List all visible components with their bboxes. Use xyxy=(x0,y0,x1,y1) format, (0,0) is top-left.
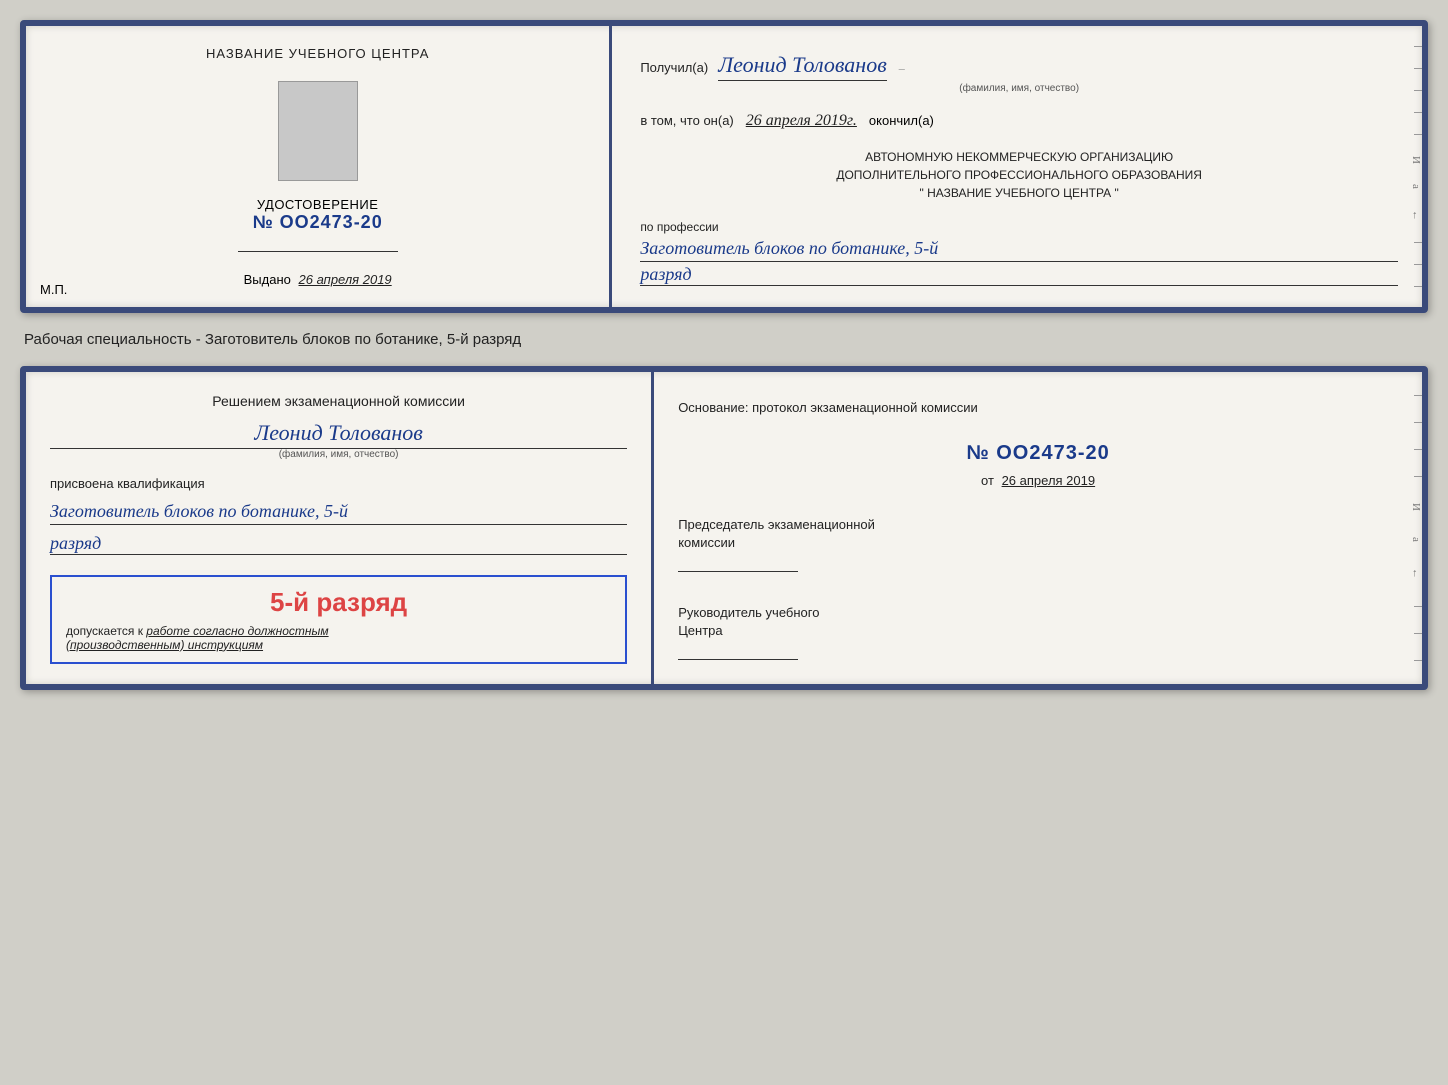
cert-left-panel: НАЗВАНИЕ УЧЕБНОГО ЦЕНТРА УДОСТОВЕРЕНИЕ №… xyxy=(26,26,612,307)
cert-right-panel: Получил(а) Леонид Толованов – (фамилия, … xyxy=(612,26,1422,307)
stamp-box: 5-й разряд допускается к работе согласно… xyxy=(50,575,627,664)
page-wrapper: НАЗВАНИЕ УЧЕБНОГО ЦЕНТРА УДОСТОВЕРЕНИЕ №… xyxy=(20,20,1428,690)
stamp-rank: 5-й разряд xyxy=(66,587,611,618)
fio-label: (фамилия, имя, отчество) xyxy=(640,83,1398,94)
issued-line: Выдано 26 апреля 2019 xyxy=(244,272,392,287)
cert-center-title: НАЗВАНИЕ УЧЕБНОГО ЦЕНТРА xyxy=(206,46,429,61)
razryad-value: разряд xyxy=(640,264,1398,286)
cert-number-block: УДОСТОВЕРЕНИЕ № OO2473-20 xyxy=(253,197,383,233)
profession-value: Заготовитель блоков по ботанике, 5-й xyxy=(640,236,1398,262)
exam-right-panel: Основание: протокол экзаменационной коми… xyxy=(654,372,1422,684)
side-text-i: И xyxy=(1410,156,1422,164)
qual-value: Заготовитель блоков по ботанике, 5-й xyxy=(50,499,627,525)
exam-side-a: а xyxy=(1410,537,1422,542)
ot-date-line: от 26 апреля 2019 xyxy=(678,473,1398,488)
stamp-dopuskaetsya-label: допускается к xyxy=(66,624,143,638)
okoncil: окончил(а) xyxy=(869,113,934,128)
received-block: Получил(а) Леонид Толованов – (фамилия, … xyxy=(640,52,1398,94)
stamp-допускается: допускается к работе согласно должностны… xyxy=(66,624,611,638)
vtom-date: 26 апреля 2019г. xyxy=(746,112,857,129)
osnov-title: Основание: протокол экзаменационной коми… xyxy=(678,398,1398,418)
side-text-arrow: ← xyxy=(1410,210,1422,221)
protocol-block: № OO2473-20 от 26 апреля 2019 xyxy=(678,442,1398,488)
dash-after-name: – xyxy=(899,61,905,75)
razryad-line: разряд xyxy=(50,533,627,555)
predsedatel-block: Председатель экзаменационной комиссии xyxy=(678,516,1398,572)
org-line1: АВТОНОМНУЮ НЕКОММЕРЧЕСКУЮ ОРГАНИЗАЦИЮ xyxy=(640,148,1398,166)
cert-number-value: № OO2473-20 xyxy=(253,212,383,233)
exam-side-i: И xyxy=(1410,503,1422,511)
org-block: АВТОНОМНУЮ НЕКОММЕРЧЕСКУЮ ОРГАНИЗАЦИЮ ДО… xyxy=(640,148,1398,202)
exam-side-decorative-lines: И а ← xyxy=(1404,372,1422,684)
predsedatel-sig-line xyxy=(678,556,798,572)
specialty-text: Рабочая специальность - Заготовитель бло… xyxy=(20,331,1428,348)
issued-date: 26 апреля 2019 xyxy=(299,272,392,287)
mp-label: М.П. xyxy=(40,282,67,297)
profession-label: по профессии xyxy=(640,220,718,234)
org-line3: " НАЗВАНИЕ УЧЕБНОГО ЦЕНТРА " xyxy=(640,184,1398,202)
side-decorative-lines: И а ← xyxy=(1404,26,1422,307)
issued-label: Выдано xyxy=(244,272,291,287)
rukovoditel-label: Руководитель учебного Центра xyxy=(678,604,1398,640)
recipient-name: Леонид Толованов xyxy=(718,52,887,81)
photo-placeholder xyxy=(278,81,358,181)
exam-card: Решением экзаменационной комиссии Леонид… xyxy=(20,366,1428,690)
profession-block: по профессии Заготовитель блоков по бота… xyxy=(640,218,1398,286)
exam-name-block: Леонид Толованов (фамилия, имя, отчество… xyxy=(50,420,627,460)
exam-name: Леонид Толованов xyxy=(50,420,627,449)
vtom-prefix: в том, что он(а) xyxy=(640,113,733,128)
stamp-italic-text: работе согласно должностным xyxy=(146,624,328,638)
exam-title: Решением экзаменационной комиссии xyxy=(50,392,627,412)
predsedatel-label: Председатель экзаменационной комиссии xyxy=(678,516,1398,552)
ot-prefix: от xyxy=(981,473,994,488)
ot-date-value: 26 апреля 2019 xyxy=(1002,473,1096,488)
cert-label: УДОСТОВЕРЕНИЕ xyxy=(253,197,383,212)
received-prefix: Получил(а) xyxy=(640,60,708,75)
rukovoditel-block: Руководитель учебного Центра xyxy=(678,604,1398,660)
exam-fio-label: (фамилия, имя, отчество) xyxy=(50,449,627,460)
rukovoditel-sig-line xyxy=(678,644,798,660)
org-line2: ДОПОЛНИТЕЛЬНОГО ПРОФЕССИОНАЛЬНОГО ОБРАЗО… xyxy=(640,166,1398,184)
certificate-card: НАЗВАНИЕ УЧЕБНОГО ЦЕНТРА УДОСТОВЕРЕНИЕ №… xyxy=(20,20,1428,313)
exam-left-panel: Решением экзаменационной комиссии Леонид… xyxy=(26,372,654,684)
stamp-italic2: (производственным) инструкциям xyxy=(66,638,611,652)
protocol-number: № OO2473-20 xyxy=(678,442,1398,465)
vtom-block: в том, что он(а) 26 апреля 2019г. окончи… xyxy=(640,112,1398,130)
exam-side-arrow: ← xyxy=(1410,568,1422,579)
prisvoena-label: присвоена квалификация xyxy=(50,476,627,491)
side-text-a: а xyxy=(1410,184,1422,189)
